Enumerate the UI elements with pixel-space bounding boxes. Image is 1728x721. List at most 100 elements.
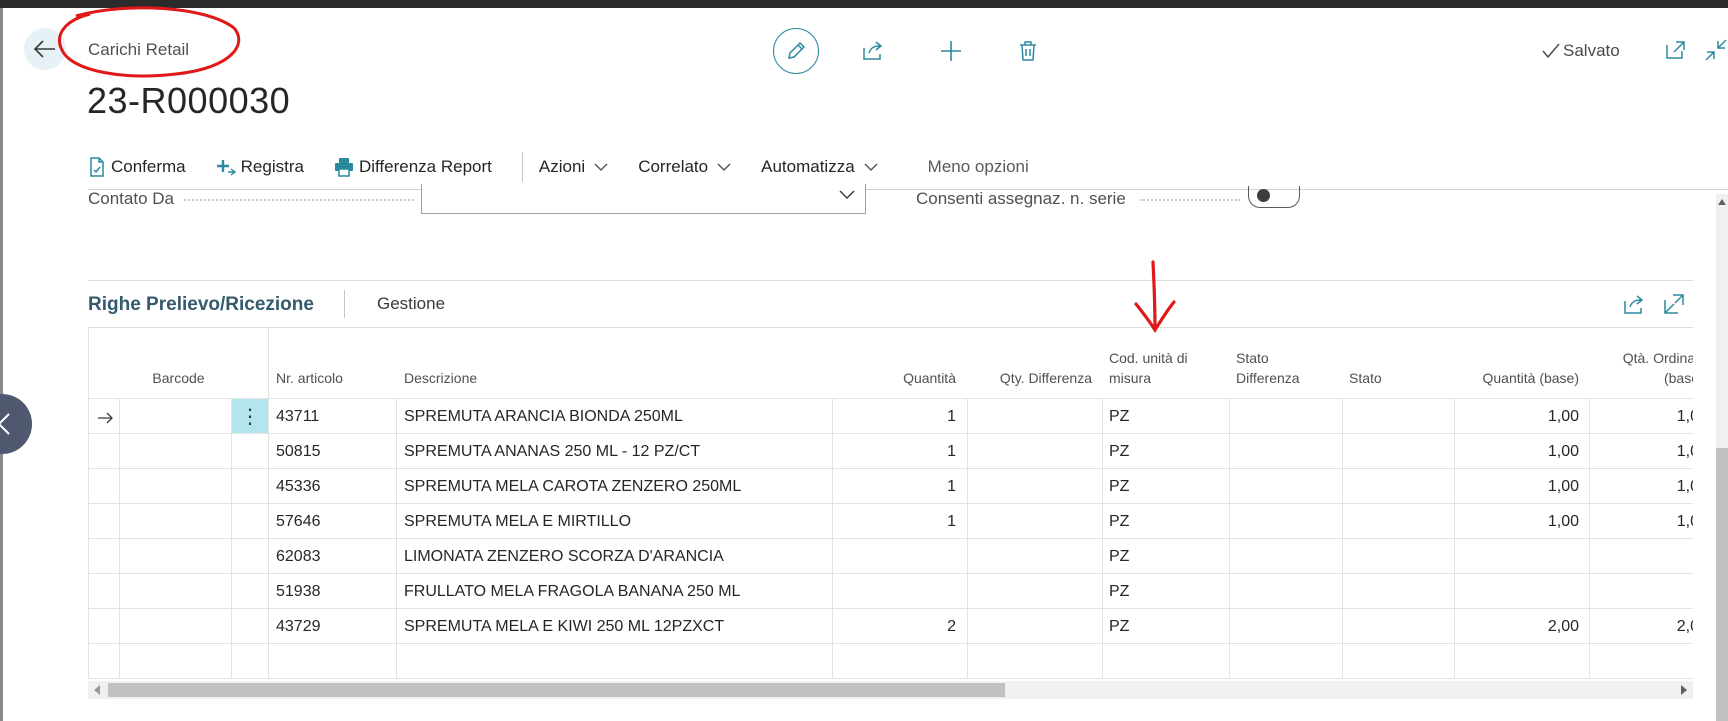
cell-qta-ordinata[interactable]: 1,0 — [1589, 478, 1693, 496]
cell-descrizione[interactable]: SPREMUTA MELA CAROTA ZENZERO 250ML — [404, 478, 741, 496]
cell-quantita-base[interactable]: 1,00 — [1454, 478, 1579, 496]
vertical-scrollbar[interactable] — [1716, 194, 1728, 721]
share-button[interactable] — [850, 28, 896, 74]
action-conferma[interactable]: Conferma — [88, 157, 186, 177]
scroll-left-icon[interactable] — [93, 685, 101, 695]
action-correlato-menu[interactable]: Correlato — [638, 157, 731, 177]
action-automatizza-menu[interactable]: Automatizza — [761, 157, 878, 177]
print-icon — [334, 158, 353, 177]
page-caption: Carichi Retail — [88, 40, 190, 59]
window-left-edge — [0, 8, 3, 721]
cell-quantita[interactable]: 1 — [832, 408, 956, 426]
action-label: Registra — [240, 157, 304, 176]
action-azioni-menu[interactable]: Azioni — [539, 157, 608, 177]
more-vertical-icon: ⋮ — [240, 405, 260, 428]
cell-cod-unita[interactable]: PZ — [1109, 478, 1129, 496]
tab-gestione[interactable]: Gestione — [377, 294, 445, 314]
column-header-line: Qtà. Ordinat — [1622, 350, 1693, 366]
horizontal-scrollbar-thumb[interactable] — [108, 683, 1005, 697]
column-header-nr-articolo[interactable]: Nr. articolo — [276, 368, 343, 388]
cell-quantita[interactable]: 1 — [832, 478, 956, 496]
cell-cod-unita[interactable]: PZ — [1109, 443, 1129, 461]
open-new-window-icon[interactable] — [1664, 38, 1688, 62]
action-label: Conferma — [111, 157, 186, 176]
cell-cod-unita[interactable]: PZ — [1109, 513, 1129, 531]
action-label: Correlato — [638, 157, 709, 176]
cell-cod-unita[interactable]: PZ — [1109, 408, 1129, 426]
cell-descrizione[interactable]: SPREMUTA ANANAS 250 ML - 12 PZ/CT — [404, 443, 700, 461]
cell-nr-articolo[interactable]: 43711 — [276, 408, 319, 426]
column-header-line: Differenza — [1236, 370, 1300, 386]
column-header-barcode[interactable]: Barcode — [126, 368, 231, 388]
annotation-arrow — [1134, 260, 1176, 334]
cell-nr-articolo[interactable]: 43729 — [276, 618, 321, 636]
expand-icon[interactable] — [1662, 292, 1686, 316]
cell-qta-ordinata[interactable]: 1,0 — [1589, 513, 1693, 531]
cell-cod-unita[interactable]: PZ — [1109, 548, 1129, 566]
cell-nr-articolo[interactable]: 57646 — [276, 513, 321, 531]
consenti-serie-toggle[interactable] — [1248, 186, 1300, 208]
back-button[interactable] — [24, 28, 66, 70]
cell-quantita[interactable]: 1 — [832, 513, 956, 531]
checkmark-icon — [1542, 43, 1560, 59]
action-differenza-report[interactable]: Differenza Report — [334, 157, 492, 177]
share-icon[interactable] — [1622, 292, 1646, 316]
cell-qta-ordinata[interactable]: 1,0 — [1589, 408, 1693, 426]
lines-grid: Barcode Nr. articolo Descrizione Quantit… — [88, 328, 1693, 679]
cell-nr-articolo[interactable]: 50815 — [276, 443, 321, 461]
action-label: Automatizza — [761, 157, 855, 176]
row-actions-menu[interactable]: ⋮ — [232, 399, 268, 433]
field-label-consenti-serie: Consenti assegnaz. n. serie — [916, 189, 1126, 208]
cell-cod-unita[interactable]: PZ — [1109, 618, 1129, 636]
chevron-left-icon — [0, 413, 10, 435]
cell-descrizione[interactable]: FRULLATO MELA FRAGOLA BANANA 250 ML — [404, 583, 740, 601]
edit-button[interactable] — [773, 28, 819, 74]
cell-quantita[interactable]: 2 — [832, 618, 956, 636]
action-meno-opzioni[interactable]: Meno opzioni — [928, 157, 1029, 177]
cell-quantita[interactable]: 1 — [832, 443, 956, 461]
cell-quantita-base[interactable]: 1,00 — [1454, 408, 1579, 426]
column-header-quantita[interactable]: Quantità — [832, 368, 956, 388]
cell-quantita-base[interactable]: 1,00 — [1454, 513, 1579, 531]
cell-cod-unita[interactable]: PZ — [1109, 583, 1129, 601]
add-button[interactable] — [928, 28, 974, 74]
scroll-up-icon[interactable] — [1718, 198, 1726, 206]
column-header-qta-ordinata-base[interactable]: Qtà. Ordinat (base — [1589, 348, 1693, 388]
scroll-right-icon[interactable] — [1680, 685, 1688, 695]
saved-status: Salvato — [1542, 41, 1620, 61]
trash-icon — [1020, 41, 1036, 61]
cell-descrizione[interactable]: LIMONATA ZENZERO SCORZA D'ARANCIA — [404, 548, 724, 566]
cell-quantita-base[interactable]: 1,00 — [1454, 443, 1579, 461]
cell-qta-ordinata[interactable]: 1,0 — [1589, 443, 1693, 461]
cell-quantita-base[interactable]: 2,00 — [1454, 618, 1579, 636]
column-header-cod-unita[interactable]: Cod. unità di misura — [1109, 348, 1188, 388]
action-separator — [521, 152, 523, 182]
grid-header-line — [89, 398, 1693, 399]
chevron-down-icon — [717, 163, 731, 171]
pencil-icon — [788, 41, 806, 59]
action-registra[interactable]: Registra — [216, 157, 304, 177]
cell-nr-articolo[interactable]: 51938 — [276, 583, 321, 601]
vertical-scrollbar-thumb[interactable] — [1716, 448, 1728, 721]
grid-row-line — [89, 503, 1693, 504]
column-header-quantita-base[interactable]: Quantità (base) — [1454, 368, 1580, 388]
cell-qta-ordinata[interactable]: 2,0 — [1589, 618, 1693, 636]
delete-button[interactable] — [1005, 28, 1051, 74]
action-label: Meno opzioni — [927, 157, 1029, 176]
cell-nr-articolo[interactable]: 45336 — [276, 478, 321, 496]
column-header-qty-differenza[interactable]: Qty. Differenza — [967, 368, 1092, 388]
sidebar-collapse-button[interactable] — [0, 394, 32, 454]
contato-da-dropdown[interactable] — [421, 184, 866, 214]
grid-row-line — [89, 538, 1693, 539]
collapse-icon[interactable] — [1704, 38, 1728, 62]
column-header-descrizione[interactable]: Descrizione — [404, 368, 477, 388]
cell-descrizione[interactable]: SPREMUTA ARANCIA BIONDA 250ML — [404, 408, 683, 426]
cell-descrizione[interactable]: SPREMUTA MELA E MIRTILLO — [404, 513, 631, 531]
column-header-stato[interactable]: Stato — [1349, 368, 1382, 388]
plus-icon — [941, 41, 961, 61]
cell-nr-articolo[interactable]: 62083 — [276, 548, 321, 566]
column-header-stato-differenza[interactable]: Stato Differenza — [1236, 348, 1300, 388]
horizontal-scrollbar[interactable] — [88, 681, 1693, 699]
cell-descrizione[interactable]: SPREMUTA MELA E KIWI 250 ML 12PZXCT — [404, 618, 724, 636]
page-title: 23-R000030 — [87, 80, 291, 121]
